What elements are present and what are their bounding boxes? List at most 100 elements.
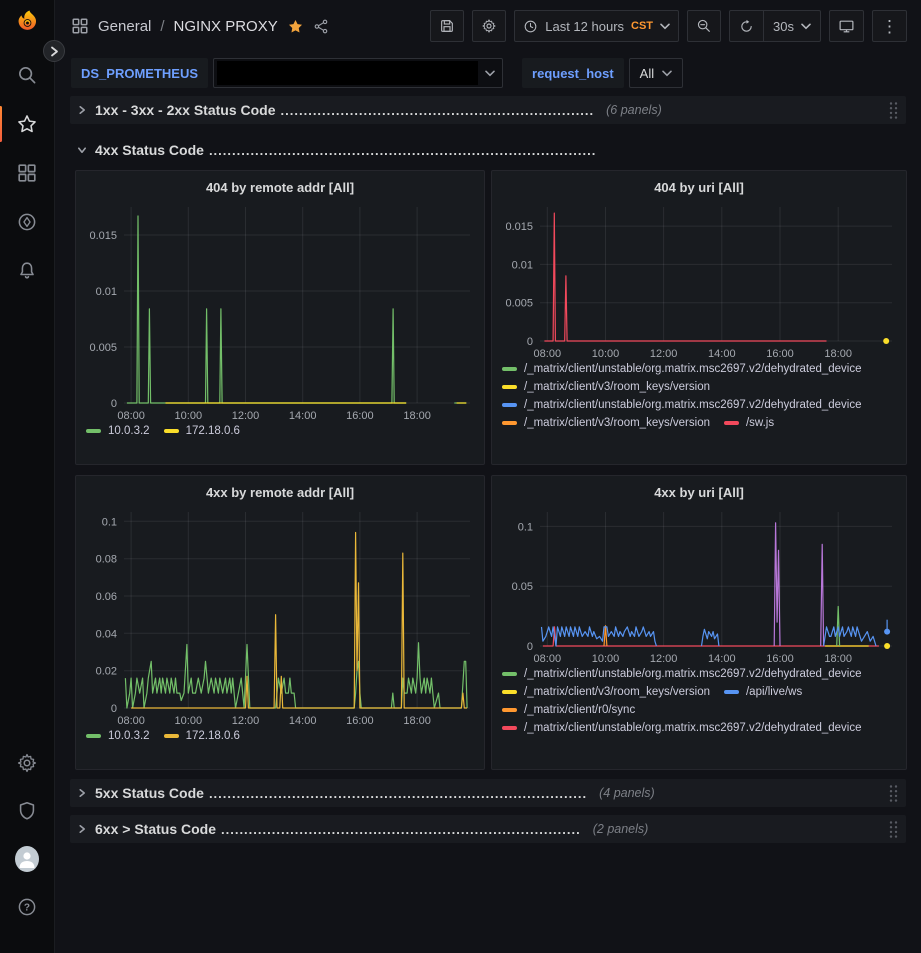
row-title: 1xx - 3xx - 2xx Status Code [95, 102, 276, 118]
grafana-logo[interactable] [12, 8, 42, 38]
server-admin-shield-icon[interactable] [15, 799, 39, 823]
panel: 404 by remote addr [All]08:0010:0012:001… [75, 170, 485, 465]
kebab-menu-button[interactable]: ⋮ [872, 10, 907, 42]
variable-label-request-host[interactable]: request_host [522, 58, 624, 88]
dashboard-settings-button[interactable] [472, 10, 506, 42]
panel-title[interactable]: 4xx by remote addr [All] [84, 482, 476, 506]
legend-item[interactable]: /api/live/ws [724, 686, 802, 698]
svg-text:0: 0 [527, 336, 533, 348]
legend-series-color [724, 421, 739, 425]
header-toolbar: Last 12 hours CST 30s [430, 10, 907, 42]
panel: 4xx by remote addr [All]08:0010:0012:001… [75, 475, 485, 770]
panel-title[interactable]: 4xx by uri [All] [500, 482, 898, 506]
svg-text:08:00: 08:00 [534, 653, 562, 664]
svg-text:0.08: 0.08 [96, 554, 117, 566]
datasource-select[interactable] [213, 58, 503, 88]
variable-label-ds-prometheus[interactable]: DS_PROMETHEUS [71, 58, 208, 88]
legend-item[interactable]: 172.18.0.6 [164, 730, 240, 742]
save-dashboard-button[interactable] [430, 10, 464, 42]
legend-item[interactable]: 10.0.3.2 [86, 730, 150, 742]
chart-area: 08:0010:0012:0014:0016:0018:0000.0050.01… [84, 201, 476, 421]
user-avatar[interactable] [15, 847, 39, 871]
refresh-button[interactable] [730, 11, 763, 41]
refresh-interval-dropdown[interactable]: 30s [763, 11, 820, 41]
dashboard-header: General / NGINX PROXY L [55, 0, 921, 52]
request-host-value: All [640, 66, 654, 81]
svg-text:18:00: 18:00 [824, 653, 852, 664]
svg-text:08:00: 08:00 [117, 410, 145, 421]
chevron-down-icon [660, 23, 670, 30]
svg-text:12:00: 12:00 [650, 348, 678, 359]
legend-item[interactable]: /sw.js [724, 417, 774, 429]
legend-item[interactable]: /_matrix/client/unstable/org.matrix.msc2… [502, 668, 862, 680]
row-drag-handle[interactable] [888, 820, 899, 839]
legend-series-color [502, 421, 517, 425]
svg-text:12:00: 12:00 [232, 715, 260, 726]
panel-grid: 404 by remote addr [All] 08:00 10:00 12:00 1… [75, 170, 906, 770]
apps-grid-icon[interactable] [71, 17, 89, 35]
legend-item[interactable]: 172.18.0.6 [164, 425, 240, 437]
legend-item[interactable]: /_matrix/client/unstable/org.matrix.msc2… [502, 722, 862, 734]
svg-text:0.015: 0.015 [89, 230, 117, 242]
sidebar-item-explore[interactable] [15, 210, 39, 234]
panel-title[interactable]: 404 by remote addr [All] [84, 177, 476, 201]
panel-title[interactable]: 404 by uri [All] [500, 177, 898, 201]
legend-series-color [502, 708, 517, 712]
svg-text:10:00: 10:00 [592, 653, 620, 664]
legend-item[interactable]: /_matrix/client/unstable/org.matrix.msc2… [502, 363, 862, 375]
time-range-picker[interactable]: Last 12 hours CST [514, 10, 679, 42]
breadcrumb-folder[interactable]: General [98, 18, 151, 35]
share-icon[interactable] [313, 18, 330, 35]
svg-text:0.1: 0.1 [518, 521, 533, 533]
cycle-view-mode-button[interactable] [829, 10, 864, 42]
svg-text:08:00: 08:00 [117, 715, 145, 726]
legend-item[interactable]: /_matrix/client/unstable/org.matrix.msc2… [502, 399, 862, 411]
help-icon[interactable]: ? [15, 895, 39, 919]
svg-text:14:00: 14:00 [289, 410, 317, 421]
svg-text:0: 0 [111, 703, 117, 715]
svg-text:14:00: 14:00 [708, 653, 736, 664]
request-host-select[interactable]: All [629, 58, 683, 88]
panel-legend: 10.0.3.2 172.18.0.6 [84, 730, 476, 742]
legend-series-color [86, 429, 101, 433]
legend-series-label: /_matrix/client/unstable/org.matrix.msc2… [524, 722, 862, 734]
svg-text:16:00: 16:00 [346, 715, 374, 726]
row-panel-count: (2 panels) [593, 822, 649, 836]
svg-text:12:00: 12:00 [232, 410, 260, 421]
legend-series-label: /_matrix/client/v3/room_keys/version [524, 686, 710, 698]
row-header-5xx[interactable]: 5xx Status Code ........................… [70, 779, 906, 807]
refresh-interval-label: 30s [773, 19, 794, 34]
row-drag-handle[interactable] [888, 101, 899, 120]
search-icon[interactable] [15, 63, 39, 87]
svg-text:0.04: 0.04 [96, 628, 117, 640]
svg-text:0.06: 0.06 [96, 591, 117, 603]
sidebar-item-alerting[interactable] [15, 259, 39, 283]
row-header-4xx[interactable]: 4xx Status Code ........................… [70, 137, 906, 163]
dashboard-content: 1xx - 3xx - 2xx Status Code ............… [55, 94, 921, 953]
chart-canvas: 08:0010:0012:0014:0016:0018:0000.020.040… [84, 506, 476, 726]
kebab-icon: ⋮ [881, 18, 898, 35]
legend-series-color [502, 403, 517, 407]
zoom-out-button[interactable] [687, 10, 721, 42]
favorite-star-icon[interactable] [287, 18, 304, 35]
svg-text:16:00: 16:00 [766, 348, 794, 359]
legend-item[interactable]: /_matrix/client/v3/room_keys/version [502, 381, 710, 393]
legend-item[interactable]: /_matrix/client/v3/room_keys/version [502, 686, 710, 698]
row-drag-handle[interactable] [888, 784, 899, 803]
legend-item[interactable]: /_matrix/client/v3/room_keys/version [502, 417, 710, 429]
legend-item[interactable]: 10.0.3.2 [86, 425, 150, 437]
chart-canvas: 08:0010:0012:0014:0016:0018:0000.0050.01… [500, 201, 898, 359]
breadcrumb-dashboard-title[interactable]: NGINX PROXY [174, 18, 278, 35]
row-title: 6xx > Status Code [95, 821, 216, 837]
legend-item[interactable]: /_matrix/client/r0/sync [502, 704, 635, 716]
configuration-gear-icon[interactable] [15, 751, 39, 775]
sidebar-item-dashboards[interactable] [15, 161, 39, 185]
svg-text:16:00: 16:00 [766, 653, 794, 664]
row-header-6xx[interactable]: 6xx > Status Code ......................… [70, 815, 906, 843]
row-header-1xx-3xx-2xx[interactable]: 1xx - 3xx - 2xx Status Code ............… [70, 96, 906, 124]
sidebar-item-starred[interactable] [15, 112, 39, 136]
legend-series-label: 10.0.3.2 [108, 425, 150, 437]
sidebar-expand-button[interactable] [43, 40, 65, 62]
svg-text:0.1: 0.1 [102, 516, 117, 528]
chart-area: 08:0010:0012:0014:0016:0018:0000.050.1 [500, 506, 898, 664]
